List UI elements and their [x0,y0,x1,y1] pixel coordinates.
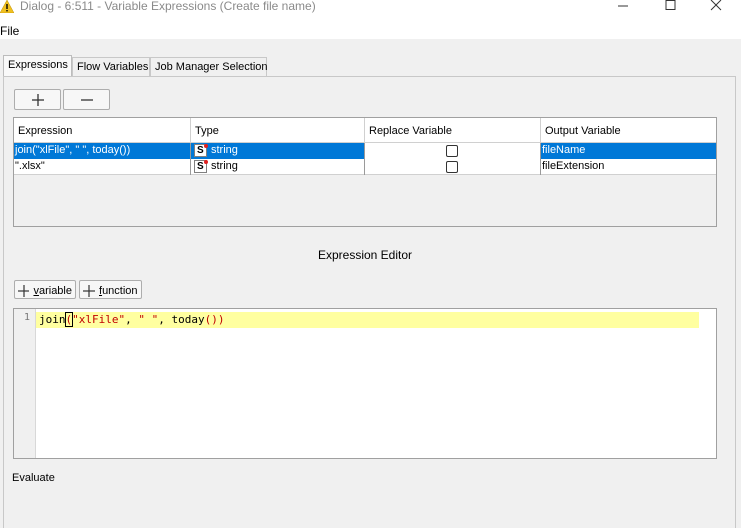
output-variable-cell[interactable]: fileName [541,143,716,159]
replace-variable-checkbox[interactable] [446,161,458,173]
add-function-button[interactable]: function [79,280,142,299]
remove-row-button[interactable] [63,89,110,110]
line-number: 1 [24,312,31,323]
column-header-replace-variable[interactable]: Replace Variable [365,118,541,143]
tab-job-manager-selection[interactable]: Job Manager Selection [150,57,268,77]
expression-editor-title: Expression Editor [317,248,413,262]
evaluate-label: Evaluate [12,472,55,484]
code-token-separator: , [158,313,172,326]
type-dot-icon [204,160,208,164]
plus-icon [18,284,30,297]
close-icon [710,0,722,11]
code-token-function: today [171,313,205,326]
window-title: Dialog - 6:511 - Variable Expressions (C… [20,0,316,13]
code-line[interactable]: join("xlFile", " ", today()) [36,312,699,328]
minimize-button[interactable] [600,0,646,14]
table-row[interactable]: join("xlFile", " ", today()) S string fi… [14,143,716,159]
type-dot-icon [204,144,208,148]
output-variable-cell[interactable]: fileExtension [541,159,716,175]
function-button-label: function [99,284,138,297]
replace-variable-checkbox[interactable] [446,145,458,157]
minus-icon [80,98,93,101]
line-gutter: 1 [14,309,36,458]
table-row[interactable]: ".xlsx" S string fileExtension [14,159,716,175]
code-token-string: "xlFile" [72,313,126,326]
replace-variable-cell [365,159,541,175]
code-token-separator: , [125,313,139,326]
code-editor[interactable]: 1 join("xlFile", " ", today()) [13,308,717,459]
type-cell[interactable]: S string [191,143,365,159]
expression-cell[interactable]: ".xlsx" [14,159,191,175]
minimize-icon [618,5,628,7]
expression-cell[interactable]: join("xlFile", " ", today()) [14,143,191,159]
title-bar: Dialog - 6:511 - Variable Expressions (C… [0,0,741,17]
plus-icon [83,284,95,297]
warning-icon [0,0,14,13]
type-cell[interactable]: S string [191,159,365,175]
code-token-function: join [39,313,66,326]
add-variable-button[interactable]: variable [14,280,76,299]
plus-icon [31,93,44,106]
maximize-button[interactable] [647,0,693,14]
menu-bar: File [0,17,741,39]
maximize-icon [665,0,676,10]
type-label: string [211,160,238,172]
variable-button-label: variable [33,284,72,297]
table-header: Expression Type Replace Variable Output … [14,118,716,143]
menu-file[interactable]: File [0,24,19,38]
add-row-button[interactable] [14,89,61,110]
expressions-table: Expression Type Replace Variable Output … [13,117,717,227]
code-token-parens: () [204,313,218,326]
column-header-type[interactable]: Type [191,118,365,143]
column-header-output-variable[interactable]: Output Variable [541,118,716,143]
type-label: string [211,144,238,156]
column-header-expression[interactable]: Expression [14,118,191,143]
tab-expressions[interactable]: Expressions [3,55,72,77]
close-button[interactable] [693,0,739,14]
replace-variable-cell [365,143,541,159]
tab-bar: Expressions Flow Variables Job Manager S… [0,55,741,77]
code-token-string: " " [138,313,159,326]
tab-flow-variables[interactable]: Flow Variables [72,57,150,77]
code-token-close-paren: ) [217,313,225,326]
